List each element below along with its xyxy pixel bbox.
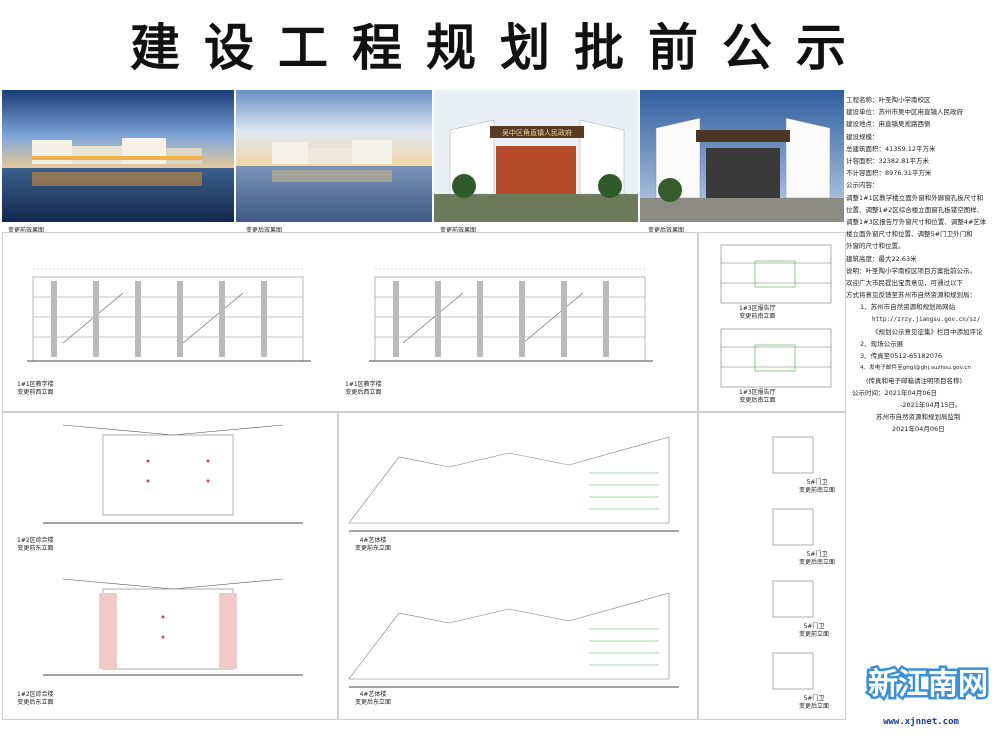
page-title: 建设工程规划批前公示: [130, 18, 870, 77]
label-1-1-after: 1#1区教学楼 变更后西立面: [345, 381, 382, 396]
auditorium-elevations: [720, 244, 832, 388]
label-5-before-south: 5#门卫 变更前南立面: [799, 479, 836, 494]
construction-location: 建设地点：甪直镇吴淞路西侧: [846, 120, 931, 129]
content-line: 调整1#1区教学楼立面外窗和外廊窗孔板尺寸和: [846, 193, 984, 202]
panel-auditorium: 1#3区报告厅 变更前南立面 1#3区报告厅 变更后南立面: [698, 232, 846, 412]
label-4-after: 4#艺体楼 变更后东立面: [355, 691, 392, 706]
label-5-after-south: 5#门卫 变更后南立面: [799, 551, 836, 566]
feedback-url[interactable]: http://zrzy.jiangsu.gov.cn/sz/: [846, 314, 996, 326]
feedback-desc: 《规划公示意见征集》栏目中添加评论: [872, 327, 983, 336]
logo-text: 新江南网: [868, 667, 988, 702]
content-line: 调整1#3区报告厅外窗尺寸和位置、调整4#艺体: [846, 218, 987, 227]
rendering-photo-2: [236, 90, 432, 222]
feedback-way: 1、苏州市自然资源和规划局网站: [860, 303, 956, 312]
label-1-2-after: 1#2区综合楼 变更后东立面: [17, 691, 54, 706]
rendering-photo-3: 吴中区角直镇人民政府: [434, 90, 638, 222]
note-line: 方式将意见反馈至苏州市自然资源和规划局：: [846, 291, 976, 300]
label-1-2-before: 1#2区综合楼 变更前东立面: [17, 537, 54, 552]
label-4-before: 4#艺体楼 变更前东立面: [355, 537, 392, 552]
capacity-area: 计容面积：32382.81平方米: [846, 157, 930, 166]
content-line: 位置、调整1#2区综合楼立面窗孔板镂空图样、: [846, 205, 984, 214]
content-title: 公示内容：: [846, 181, 879, 190]
feedback-note: (传真和电子邮箱请注明项目名称): [866, 376, 963, 385]
scale-title: 建设规模：: [846, 132, 879, 141]
content-line: 楼立面外窗尺寸和位置、调整5#门卫外门和: [846, 230, 973, 239]
total-area: 总建筑面积：41359.12平方米: [846, 144, 936, 153]
campus-dusk-rendering: [236, 90, 432, 222]
site-logo: 新江南网: [864, 658, 992, 706]
non-capacity-area: 不计容面积：8976.31平方米: [846, 169, 932, 178]
panel-complex-building: 1#2区综合楼 变更前东立面 1#2区综合楼 变更后东立面: [2, 412, 338, 720]
panel-teaching-building: 1#1区教学楼 变更前西立面 1#1区教学楼 变更后西立面: [2, 232, 698, 412]
notice-period: 公示时间：2021年04月06日: [852, 388, 938, 397]
notice-period-end: -2021年04月15日。: [900, 401, 962, 410]
xjnnet-logo-icon: 新江南网: [866, 665, 991, 705]
note-line: 欢迎广大市民提出宝贵意见，可通过以下: [846, 279, 963, 288]
feedback-way: 2、现场公示展: [860, 340, 904, 349]
label-5-after: 5#门卫 变更后立面: [799, 695, 830, 710]
site-url[interactable]: www.xjnnet.com: [846, 717, 996, 727]
campus-night-rendering: [2, 90, 234, 222]
notice-date: 2021年04月06日: [892, 425, 945, 434]
rendering-photo-4: [640, 90, 844, 222]
feedback-email[interactable]: 4、发电子邮件至ghgl@ghj.suzhou.gov.cn: [846, 362, 996, 374]
complex-building-elevations: [43, 424, 303, 676]
supervising-org: 苏州市自然资源和规划局监制: [876, 413, 961, 422]
facade-sign: 吴中区角直镇人民政府: [502, 128, 572, 137]
building-height: 建筑高度：最大22.63米: [846, 254, 917, 263]
rendering-photo-1: [2, 90, 234, 222]
construction-unit: 建设单位：苏州市吴中区甪直镇人民政府: [846, 108, 963, 117]
project-name: 工程名称：叶圣陶小学南校区: [846, 96, 931, 104]
label-5-before: 5#门卫 变更前立面: [799, 623, 830, 638]
panel-gatehouse: 5#门卫 变更前南立面 5#门卫 变更后南立面 5#门卫 变更前立面 5#门卫 变更后立…: [698, 412, 846, 720]
notice-text: 工程名称：叶圣陶小学南校区 建设单位：苏州市吴中区甪直镇人民政府 建设地点：甪直…: [846, 94, 996, 436]
feedback-way: 3、传真至0512-65182076: [860, 352, 943, 361]
gate-after-rendering: [640, 90, 844, 222]
label-1-3-after: 1#3区报告厅 变更后南立面: [739, 389, 776, 404]
note-line: 说明：叶圣陶小学南校区项目方案批前公示。: [846, 266, 976, 275]
arts-building-elevations: [348, 436, 679, 688]
content-line: 外窗的尺寸和位置。: [846, 242, 905, 251]
gate-before-rendering: 吴中区角直镇人民政府: [434, 90, 638, 222]
panel-arts-building: 4#艺体楼 变更前东立面 4#艺体楼 变更后东立面: [338, 412, 698, 720]
label-1-3-before: 1#3区报告厅 变更前南立面: [739, 305, 776, 320]
label-1-1-before: 1#1区教学楼 变更前西立面: [17, 381, 54, 396]
